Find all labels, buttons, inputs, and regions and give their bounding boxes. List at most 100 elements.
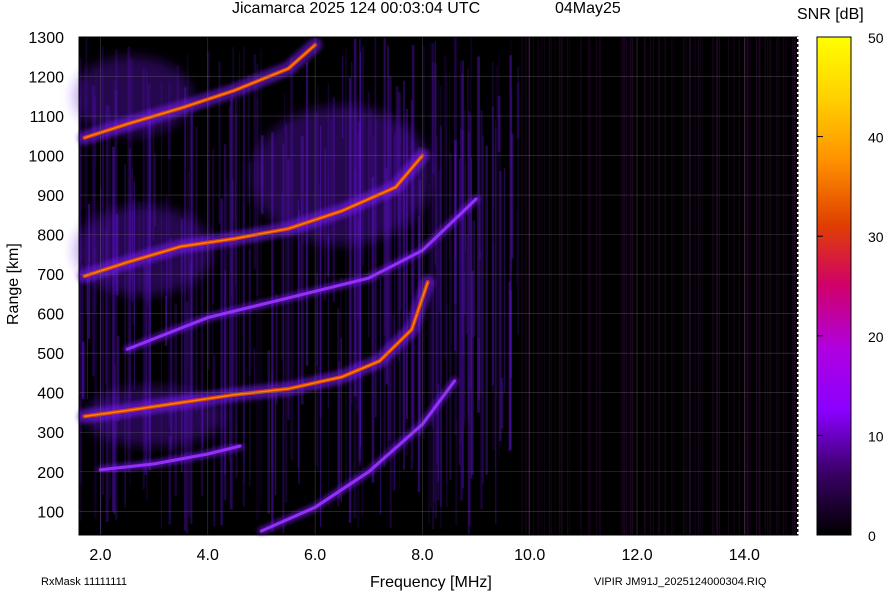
colorbar-tick-label: 20 [868,329,884,345]
colorbar-tick-label: 10 [868,428,884,444]
noise-streak [580,37,582,535]
noise-streak [718,37,720,535]
noise-streak [653,37,654,535]
noise-streak [749,37,751,535]
noise-streak [428,185,430,523]
noise-streak [509,55,512,450]
noise-streak [657,37,659,535]
noise-streak [471,270,474,475]
noise-streak [549,37,550,535]
noise-streak [449,152,452,481]
noise-streak [673,37,675,535]
noise-streak [663,37,665,535]
noise-streak [561,37,563,535]
y-tick-label: 1200 [28,70,64,87]
noise-streak [224,270,226,475]
noise-streak [517,66,520,334]
colorbar-tick-label: 0 [868,528,876,544]
y-tick-label: 300 [37,425,64,442]
colorbar-tick-label: 40 [868,130,884,146]
noise-streak [682,37,684,535]
noise-streak [108,106,111,500]
noise-streak [115,90,118,520]
noise-streak [650,37,652,535]
noise-streak [794,37,796,535]
y-tick-label: 800 [37,228,64,245]
noise-streak [480,110,483,509]
noise-streak [598,37,600,535]
y-tick-label: 1100 [30,109,65,126]
noise-streak [697,37,699,535]
noise-streak [623,37,625,535]
noise-streak [521,37,523,535]
y-tick-label: 100 [37,504,64,521]
noise-streak [595,37,597,535]
noise-streak [699,37,701,535]
y-tick-label: 500 [37,346,64,363]
noise-streak [738,37,740,535]
noise-streak [543,37,545,535]
noise-streak [713,37,715,535]
noise-streak [625,37,627,535]
noise-streak [434,41,436,265]
noise-streak [465,234,468,334]
colorbar-gradient [816,36,852,536]
noise-streak [429,41,432,405]
noise-streak [733,37,735,535]
noise-streak [745,37,747,535]
noise-streak [694,37,696,535]
noise-streak [455,421,458,526]
noise-streak [632,37,634,535]
noise-streak [783,37,785,535]
noise-streak [249,162,251,487]
noise-streak [213,354,216,527]
noise-streak [533,37,534,535]
noise-streak [568,37,570,535]
noise-streak [620,37,622,535]
noise-streak [212,148,215,304]
noise-streak [232,47,234,220]
noise-streak [337,308,340,507]
noise-streak [454,152,457,258]
y-tick-label: 600 [37,307,64,324]
noise-streak [274,388,277,496]
noise-streak [235,97,238,479]
noise-streak [422,45,425,439]
noise-streak [411,44,415,430]
noise-streak [218,61,221,224]
noise-streak [361,359,364,517]
noise-streak [550,37,552,535]
colorbar: 0 10 20 30 40 50 [816,30,884,544]
noise-streak [398,193,401,448]
noise-streak [728,37,730,535]
noise-streak [770,37,772,535]
noise-streak [86,271,88,400]
noise-streak [686,37,688,535]
noise-streak [671,37,673,535]
noise-streak [207,160,210,234]
noise-streak [764,37,766,535]
noise-streak [383,38,386,467]
noise-streak [689,37,691,535]
x-tick-label: 2.0 [89,547,111,564]
noise-streak [792,37,794,535]
noise-streak [443,55,447,359]
noise-streak [230,85,233,296]
colorbar-tick-label: 50 [868,30,884,46]
noise-streak [768,37,770,535]
noise-streak [629,37,631,535]
x-tick-label: 4.0 [197,547,219,564]
noise-streak [541,37,543,535]
noise-streak [759,37,761,535]
x-tick-label: 14.0 [729,547,760,564]
noise-streak [503,167,506,393]
noise-streak [665,37,667,535]
noise-streak [644,37,646,535]
noise-streak [297,200,299,469]
noise-streak [658,37,660,535]
noise-streak [631,37,633,535]
noise-streak [622,37,624,535]
noise-streak [184,87,187,531]
noise-streak [758,37,760,535]
noise-streak [467,371,471,423]
